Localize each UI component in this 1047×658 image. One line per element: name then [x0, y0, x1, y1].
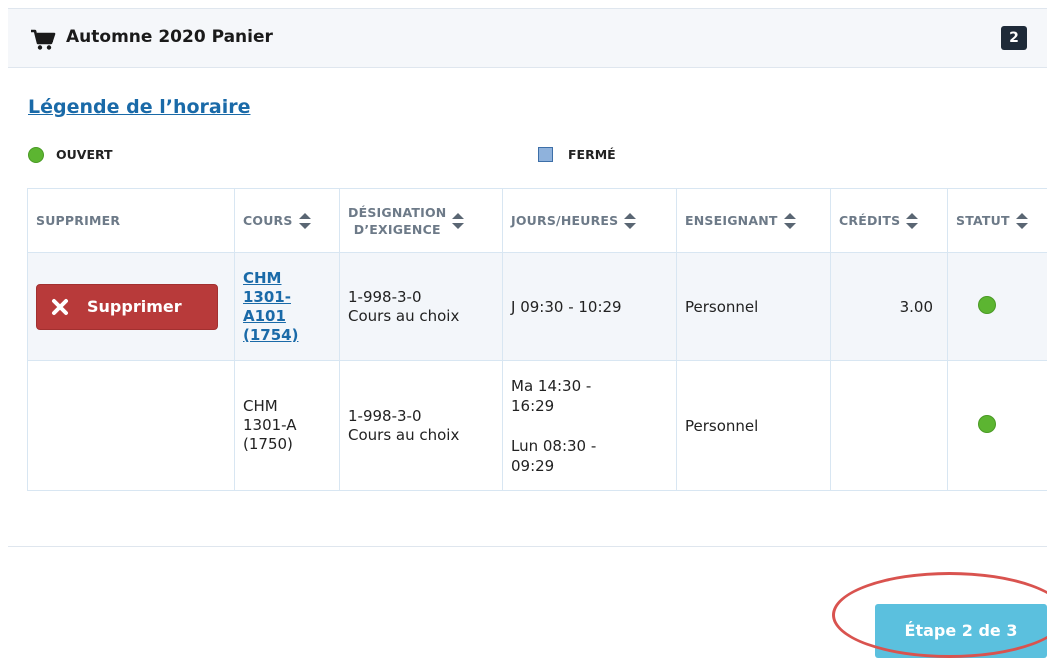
header-requirement[interactable]: DÉSIGNATION D’EXIGENCE — [340, 189, 503, 253]
sort-icon[interactable] — [451, 212, 465, 230]
sort-icon[interactable] — [905, 212, 919, 230]
schedule-line: 16:29 — [511, 397, 554, 415]
cart-count-badge: 2 — [1001, 26, 1027, 50]
header-status[interactable]: STATUT — [948, 189, 1047, 253]
course-line: 1301- — [243, 288, 291, 306]
next-step-button[interactable]: Étape 2 de 3 — [875, 604, 1047, 658]
schedule-line: Lun 08:30 - — [511, 437, 596, 455]
course-line: 1301-A — [243, 416, 297, 434]
schedule-gap — [511, 416, 668, 436]
sort-icon[interactable] — [783, 212, 797, 230]
legend-closed: FERMÉ — [538, 146, 616, 162]
cell-instructor: Personnel — [677, 253, 831, 361]
cell-course: CHM 1301- A101 (1754) — [235, 253, 340, 361]
remove-button[interactable]: Supprimer — [36, 284, 218, 330]
course-line: CHM — [243, 269, 282, 287]
instructor-name: Personnel — [685, 298, 758, 316]
header-schedule[interactable]: JOURS/HEURES — [503, 189, 677, 253]
cart-header: Automne 2020 Panier 2 — [8, 8, 1047, 68]
cell-credits: 3.00 — [831, 253, 948, 361]
cell-instructor: Personnel — [677, 361, 831, 491]
header-instructor-label: ENSEIGNANT — [685, 213, 778, 228]
remove-button-label: Supprimer — [87, 297, 182, 316]
open-status-icon — [978, 296, 996, 314]
header-remove-label: SUPPRIMER — [36, 213, 120, 228]
header-schedule-label: JOURS/HEURES — [511, 213, 618, 228]
closed-status-icon — [538, 147, 553, 162]
cell-course: CHM 1301-A (1750) — [235, 361, 340, 491]
table-row: Supprimer CHM 1301- A101 (1754) 1-998-3-… — [28, 253, 1047, 361]
requirement-code: 1-998-3-0 — [348, 407, 422, 425]
table-header-row: SUPPRIMER COURS DÉSIGNATION D’EXIGENCE JO… — [28, 189, 1047, 253]
instructor-name: Personnel — [685, 417, 758, 435]
header-course[interactable]: COURS — [235, 189, 340, 253]
sort-icon[interactable] — [298, 212, 312, 230]
schedule-line: J 09:30 - 10:29 — [511, 298, 622, 316]
cart-title: Automne 2020 Panier — [66, 27, 273, 47]
cell-requirement: 1-998-3-0 Cours au choix — [340, 361, 503, 491]
course-line: A101 — [243, 307, 286, 325]
header-instructor[interactable]: ENSEIGNANT — [677, 189, 831, 253]
requirement-desc: Cours au choix — [348, 307, 459, 325]
course-link[interactable]: CHM 1301- A101 (1754) — [243, 269, 298, 344]
schedule-line: 09:29 — [511, 457, 554, 475]
divider — [8, 546, 1047, 547]
header-remove: SUPPRIMER — [28, 189, 235, 253]
sort-icon[interactable] — [623, 212, 637, 230]
course-line: (1754) — [243, 326, 298, 344]
close-icon — [51, 298, 69, 316]
table-row: CHM 1301-A (1750) 1-998-3-0 Cours au cho… — [28, 361, 1047, 491]
header-course-label: COURS — [243, 213, 293, 228]
legend-open-label: OUVERT — [56, 147, 113, 162]
cell-schedule: J 09:30 - 10:29 — [503, 253, 677, 361]
header-credits[interactable]: CRÉDITS — [831, 189, 948, 253]
cell-remove — [28, 361, 235, 491]
course-line: CHM — [243, 397, 278, 415]
header-credits-label: CRÉDITS — [839, 213, 900, 228]
legend-open: OUVERT — [28, 146, 113, 163]
open-status-icon — [28, 147, 44, 163]
header-requirement-label-2: D’EXIGENCE — [354, 222, 441, 237]
cell-requirement: 1-998-3-0 Cours au choix — [340, 253, 503, 361]
cell-schedule: Ma 14:30 - 16:29 Lun 08:30 - 09:29 — [503, 361, 677, 491]
course-line: (1750) — [243, 435, 293, 453]
sort-icon[interactable] — [1015, 212, 1029, 230]
legend-closed-label: FERMÉ — [568, 147, 616, 162]
header-requirement-label-1: DÉSIGNATION — [348, 205, 446, 220]
schedule-line: Ma 14:30 - — [511, 377, 591, 395]
requirement-code: 1-998-3-0 — [348, 288, 422, 306]
cell-credits — [831, 361, 948, 491]
requirement-desc: Cours au choix — [348, 426, 459, 444]
open-status-icon — [978, 415, 996, 433]
schedule-legend-link[interactable]: Légende de l’horaire — [28, 96, 250, 118]
cell-remove: Supprimer — [28, 253, 235, 361]
credits-value: 3.00 — [900, 298, 933, 316]
cart-table: SUPPRIMER COURS DÉSIGNATION D’EXIGENCE JO… — [27, 188, 1047, 491]
shopping-cart-icon — [30, 29, 56, 51]
cell-status — [948, 361, 1047, 491]
cell-status — [948, 253, 1047, 361]
header-status-label: STATUT — [956, 213, 1010, 228]
